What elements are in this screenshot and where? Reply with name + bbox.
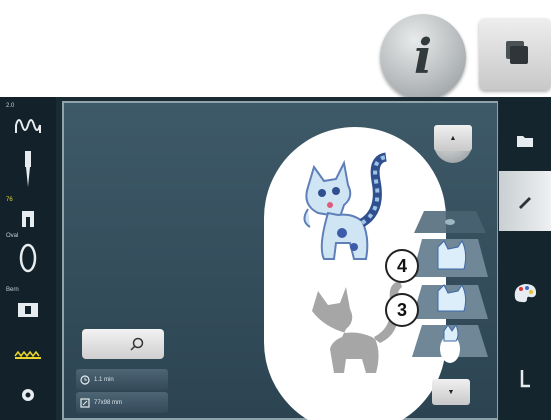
needle-icon bbox=[25, 151, 31, 187]
sewing-time-value: 1.1 min bbox=[94, 376, 114, 383]
layer-callout-3: 3 bbox=[385, 293, 419, 327]
info-icon: i bbox=[413, 29, 433, 85]
stitch-plate-icon bbox=[18, 303, 38, 317]
foot-label: Bern bbox=[6, 287, 19, 293]
zoom-button[interactable] bbox=[82, 329, 164, 359]
feed-dog-button[interactable] bbox=[0, 349, 56, 359]
layer-callout-4: 4 bbox=[385, 249, 419, 283]
upper-thread-tension-button[interactable] bbox=[0, 113, 56, 135]
tab-edit[interactable] bbox=[499, 171, 551, 231]
design-canvas[interactable]: i ▲ ▼ 1.1 min bbox=[62, 101, 498, 420]
sewing-time-display: 1.1 min bbox=[76, 369, 168, 390]
clock-icon bbox=[80, 374, 90, 385]
settings-button[interactable] bbox=[0, 387, 56, 403]
color-palette-icon bbox=[514, 284, 537, 303]
tab-selection[interactable] bbox=[499, 115, 551, 167]
presser-foot-icon bbox=[22, 211, 34, 227]
arrow-up-icon: ▲ bbox=[449, 134, 457, 142]
layers-button-large[interactable] bbox=[479, 18, 551, 90]
embroidery-screen: 2.0 76 Oval Bern ▲ ▼ 1.1 min 77x98 mm 4 … bbox=[0, 97, 551, 420]
oval-hoop-icon bbox=[19, 243, 37, 273]
scroll-up-button[interactable]: ▲ bbox=[434, 125, 472, 151]
needle-selection-button[interactable] bbox=[0, 149, 56, 189]
stage: i 2.0 76 Oval Bern ▲ ▼ 1.1 min 77x98 mm … bbox=[0, 0, 551, 420]
stitch-width-value: 2.0 bbox=[6, 103, 15, 109]
design-size-display: 77x98 mm bbox=[76, 392, 168, 413]
layer-stack[interactable] bbox=[410, 207, 490, 377]
pencil-icon bbox=[519, 197, 531, 209]
feed-dog-icon bbox=[14, 350, 41, 359]
left-status-bar: 2.0 76 Oval Bern bbox=[0, 97, 56, 420]
presser-foot-button[interactable] bbox=[0, 209, 56, 229]
stitch-plate-button[interactable] bbox=[0, 302, 56, 318]
design-size-value: 77x98 mm bbox=[94, 399, 123, 406]
hoop-label: Oval bbox=[6, 233, 19, 239]
tab-color[interactable] bbox=[499, 267, 551, 317]
zoom-icon bbox=[130, 337, 144, 351]
needle-value: 76 bbox=[6, 197, 13, 203]
embroidery-foot-icon bbox=[520, 370, 530, 388]
right-function-bar bbox=[499, 97, 551, 420]
thread-tension-icon bbox=[15, 119, 41, 133]
resize-icon bbox=[80, 397, 90, 408]
hoop-selection-button[interactable] bbox=[0, 243, 56, 273]
gear-icon bbox=[22, 389, 34, 401]
tab-embroider[interactable] bbox=[499, 355, 551, 405]
arrow-down-icon: ▼ bbox=[447, 388, 455, 396]
folder-icon bbox=[517, 136, 533, 147]
cat-design-color[interactable] bbox=[278, 147, 398, 267]
layers-icon bbox=[506, 41, 528, 64]
info-button-large[interactable]: i bbox=[380, 14, 466, 100]
scroll-down-button[interactable]: ▼ bbox=[432, 379, 470, 405]
